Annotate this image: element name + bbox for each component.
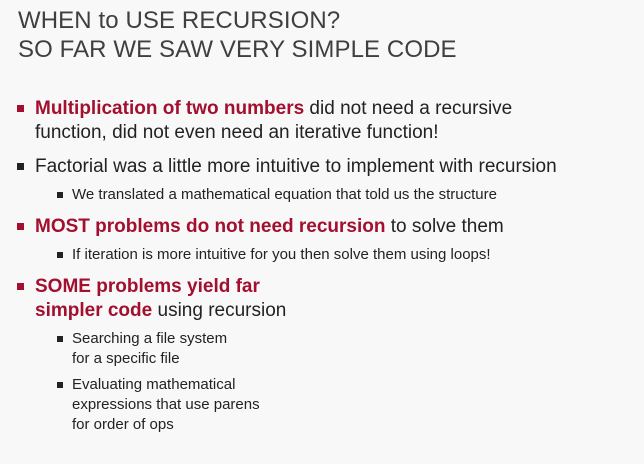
bullet-highlight-line-2: simpler code: [35, 300, 153, 321]
sub-bullet-equation: We translated a mathematical equation th…: [57, 185, 640, 205]
bullet-highlight: MOST problems do not need recursion: [35, 216, 386, 237]
bullet-text: using recursion: [152, 300, 287, 321]
sub-bullet-text-line: Searching a file system: [72, 330, 228, 347]
bullet-highlight-line-1: SOME problems yield far: [35, 276, 260, 297]
bullet-marker: [17, 223, 24, 230]
sub-bullet-text-line: for a specific file: [72, 350, 180, 367]
bullet-text: did not need a recursive: [304, 98, 513, 119]
bullet-text: to solve them: [385, 216, 504, 237]
sub-bullet-math-expressions: Evaluating mathematical expressions that…: [57, 375, 640, 435]
bullet-marker: [17, 283, 24, 290]
sub-bullet-text: We translated a mathematical equation th…: [72, 186, 497, 203]
sub-bullet-file-system: Searching a file system for a specific f…: [57, 329, 640, 369]
bullet-multiplication: Multiplication of two numbers did not ne…: [15, 97, 640, 145]
sub-bullet-marker: [57, 336, 63, 342]
bullet-marker: [17, 105, 24, 112]
bullet-list: Multiplication of two numbers did not ne…: [15, 97, 640, 435]
bullet-marker: [17, 163, 24, 170]
sub-bullet-text-line: expressions that use parens: [72, 396, 260, 413]
bullet-text-cont: function, did not even need an iterative…: [35, 122, 439, 143]
slide-title: WHEN to USE RECURSION? SO FAR WE SAW VER…: [18, 6, 457, 64]
bullet-text: Factorial was a little more intuitive to…: [35, 156, 557, 177]
title-line-1: WHEN to USE RECURSION?: [18, 7, 341, 34]
sub-bullet-text-line: Evaluating mathematical: [72, 376, 236, 393]
sub-bullet-iteration: If iteration is more intuitive for you t…: [57, 245, 640, 265]
bullet-some-problems: SOME problems yield far simpler code usi…: [15, 275, 640, 435]
sub-bullet-marker: [57, 252, 63, 258]
sub-bullet-text-line: for order of ops: [72, 416, 174, 433]
title-line-2: SO FAR WE SAW VERY SIMPLE CODE: [18, 36, 457, 63]
bullet-highlight: Multiplication of two numbers: [35, 98, 305, 119]
bullet-most-problems: MOST problems do not need recursion to s…: [15, 215, 640, 265]
sub-bullet-text: If iteration is more intuitive for you t…: [72, 246, 491, 263]
sub-bullet-marker: [57, 192, 63, 198]
slide: WHEN to USE RECURSION? SO FAR WE SAW VER…: [0, 0, 644, 464]
sub-bullet-marker: [57, 382, 63, 388]
bullet-factorial: Factorial was a little more intuitive to…: [15, 155, 640, 205]
